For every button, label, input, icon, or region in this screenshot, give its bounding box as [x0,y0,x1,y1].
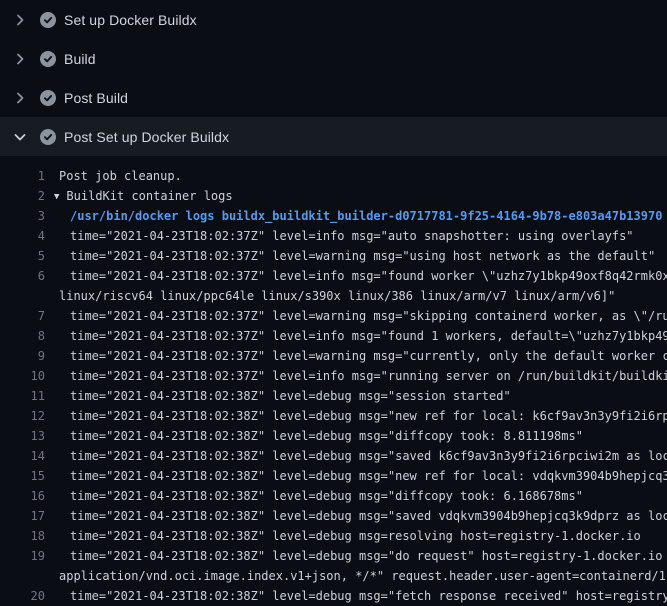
line-number[interactable]: 18 [0,526,45,546]
log-text: time="2021-04-23T18:02:37Z" level=info m… [45,226,634,246]
log-text: time="2021-04-23T18:02:38Z" level=debug … [45,506,667,526]
check-circle-icon [40,90,56,106]
line-number[interactable]: 19 [0,546,45,566]
step-title: Set up Docker Buildx [64,12,197,28]
step-header[interactable]: Set up Docker Buildx [0,0,667,39]
line-number[interactable]: 12 [0,406,45,426]
log-text: time="2021-04-23T18:02:38Z" level=debug … [45,466,667,486]
log-area: 1Post job cleanup.2 ▼ BuildKit container l… [0,156,667,606]
log-text: time="2021-04-23T18:02:37Z" level=info m… [45,266,667,286]
line-number[interactable]: 13 [0,426,45,446]
log-text: linux/riscv64 linux/ppc64le linux/s390x … [45,286,615,306]
log-line: 7time="2021-04-23T18:02:37Z" level=warni… [0,306,667,326]
log-text: time="2021-04-23T18:02:38Z" level=debug … [45,406,667,426]
log-text: time="2021-04-23T18:02:37Z" level=info m… [45,366,667,386]
log-line: 16time="2021-04-23T18:02:38Z" level=debu… [0,486,667,506]
line-number[interactable]: 14 [0,446,45,466]
log-text: time="2021-04-23T18:02:38Z" level=debug … [45,546,667,566]
line-number[interactable]: 2 [0,186,45,206]
line-number[interactable]: 8 [0,326,45,346]
log-line: 20time="2021-04-23T18:02:38Z" level=debu… [0,586,667,606]
log-text: time="2021-04-23T18:02:38Z" level=debug … [45,426,583,446]
chevron-right-icon [12,90,28,106]
line-number[interactable]: 5 [0,246,45,266]
log-text: time="2021-04-23T18:02:38Z" level=debug … [45,446,667,466]
line-number[interactable]: 16 [0,486,45,506]
log-line: 4time="2021-04-23T18:02:37Z" level=info … [0,226,667,246]
log-line: 2 ▼ BuildKit container logs [0,186,667,206]
line-number[interactable]: 11 [0,386,45,406]
line-number[interactable]: 17 [0,506,45,526]
log-text: time="2021-04-23T18:02:37Z" level=warnin… [45,346,667,366]
line-number[interactable]: 15 [0,466,45,486]
log-text: time="2021-04-23T18:02:38Z" level=debug … [45,486,583,506]
line-number[interactable]: 4 [0,226,45,246]
log-text: time="2021-04-23T18:02:38Z" level=debug … [45,386,511,406]
log-line: 1Post job cleanup. [0,166,667,186]
log-line: 10time="2021-04-23T18:02:37Z" level=info… [0,366,667,386]
log-line: linux/riscv64 linux/ppc64le linux/s390x … [0,286,667,306]
step-title: Post Set up Docker Buildx [64,129,229,145]
chevron-right-icon [12,51,28,67]
group-toggle[interactable]: ▼ BuildKit container logs [45,186,233,206]
log-line: 18time="2021-04-23T18:02:38Z" level=debu… [0,526,667,546]
triangle-down-icon: ▼ [54,187,59,206]
step-header[interactable]: Post Build [0,78,667,117]
log-line: 13time="2021-04-23T18:02:38Z" level=debu… [0,426,667,446]
log-text: Post job cleanup. [45,166,182,186]
check-circle-icon [40,12,56,28]
step-title: Build [64,51,96,67]
step-header[interactable]: Post Set up Docker Buildx [0,117,667,156]
line-number[interactable]: 1 [0,166,45,186]
line-number[interactable]: 9 [0,346,45,366]
log-line: 8time="2021-04-23T18:02:37Z" level=info … [0,326,667,346]
step-header[interactable]: Build [0,39,667,78]
check-circle-icon [40,51,56,67]
log-line: 6time="2021-04-23T18:02:37Z" level=info … [0,266,667,286]
log-text: time="2021-04-23T18:02:37Z" level=warnin… [45,246,655,266]
line-number[interactable]: 7 [0,306,45,326]
log-text: time="2021-04-23T18:02:37Z" level=info m… [45,326,667,346]
log-line: 5time="2021-04-23T18:02:37Z" level=warni… [0,246,667,266]
check-circle-icon [40,129,56,145]
log-text: time="2021-04-23T18:02:37Z" level=warnin… [45,306,667,326]
log-text: time="2021-04-23T18:02:38Z" level=debug … [45,586,667,606]
log-line: application/vnd.oci.image.index.v1+json,… [0,566,667,586]
command-text: /usr/bin/docker logs buildx_buildkit_bui… [45,206,662,226]
line-number[interactable]: 3 [0,206,45,226]
log-line: 14time="2021-04-23T18:02:38Z" level=debu… [0,446,667,466]
log-line: 15time="2021-04-23T18:02:38Z" level=debu… [0,466,667,486]
log-text: application/vnd.oci.image.index.v1+json,… [45,566,667,586]
log-line: 19time="2021-04-23T18:02:38Z" level=debu… [0,546,667,566]
log-line: 12time="2021-04-23T18:02:38Z" level=debu… [0,406,667,426]
log-line: 3/usr/bin/docker logs buildx_buildkit_bu… [0,206,667,226]
log-line: 9time="2021-04-23T18:02:37Z" level=warni… [0,346,667,366]
chevron-right-icon [12,12,28,28]
chevron-down-icon [12,129,28,145]
step-title: Post Build [64,90,128,106]
steps-list: Set up Docker Buildx Build Post Build Post … [0,0,667,156]
log-text: time="2021-04-23T18:02:38Z" level=debug … [45,526,641,546]
line-number[interactable]: 20 [0,586,45,606]
log-line: 17time="2021-04-23T18:02:38Z" level=debu… [0,506,667,526]
log-line: 11time="2021-04-23T18:02:38Z" level=debu… [0,386,667,406]
line-number[interactable]: 6 [0,266,45,286]
group-label: BuildKit container logs [66,189,232,203]
line-number[interactable]: 10 [0,366,45,386]
